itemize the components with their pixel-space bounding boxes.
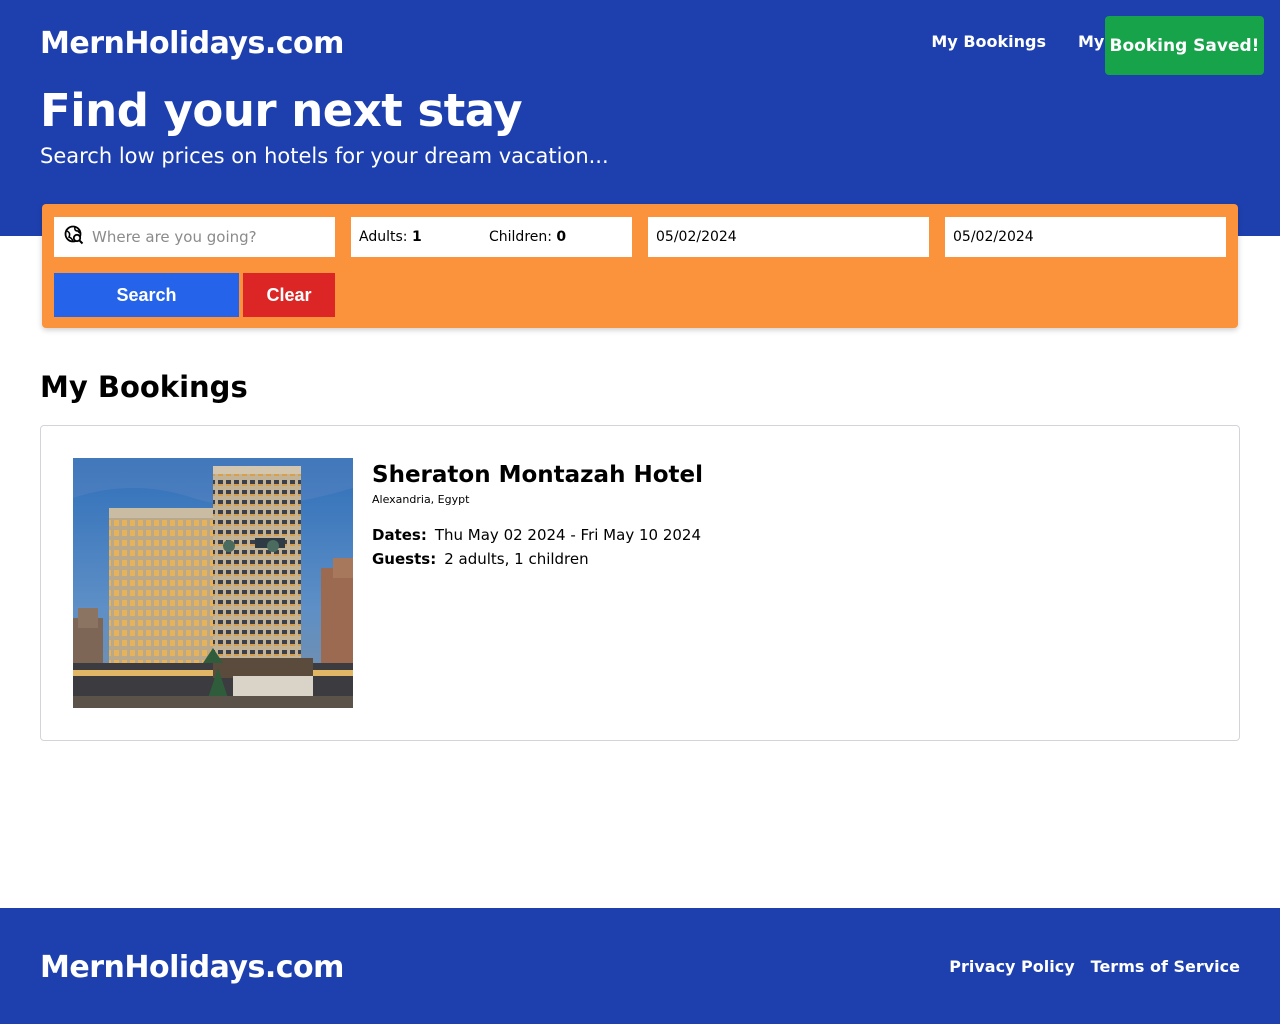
check-out-date-input[interactable]: 05/02/2024 bbox=[945, 217, 1226, 257]
guests-label: Guests: bbox=[372, 550, 437, 568]
booking-dates: Dates: Thu May 02 2024 - Fri May 10 2024 bbox=[372, 526, 701, 544]
site-logo[interactable]: MernHolidays.com bbox=[40, 26, 344, 61]
header: MernHolidays.com My Bookings My Hotels B… bbox=[0, 0, 1280, 236]
adults-label: Adults: bbox=[359, 229, 408, 245]
search-button[interactable]: Search bbox=[54, 273, 239, 317]
privacy-policy-link[interactable]: Privacy Policy bbox=[949, 957, 1074, 976]
adults-value[interactable]: 1 bbox=[412, 229, 422, 245]
children-label: Children: bbox=[489, 229, 552, 245]
check-in-date-input[interactable]: 05/02/2024 bbox=[648, 217, 929, 257]
guests-field: Adults: 1 Children: 0 bbox=[351, 217, 632, 257]
search-bar: Adults: 1 Children: 0 05/02/2024 05/02/2… bbox=[42, 204, 1238, 328]
footer-links: Privacy Policy Terms of Service bbox=[949, 957, 1240, 976]
children-control[interactable]: Children: 0 bbox=[489, 229, 566, 245]
booking-guests: Guests: 2 adults, 1 children bbox=[372, 550, 589, 568]
booking-saved-toast: Booking Saved! bbox=[1105, 16, 1264, 75]
guests-value: 2 adults, 1 children bbox=[444, 550, 589, 568]
dates-value: Thu May 02 2024 - Fri May 10 2024 bbox=[434, 526, 701, 544]
main-nav: My Bookings My Hotels bbox=[931, 32, 1128, 51]
footer-logo: MernHolidays.com bbox=[40, 950, 344, 985]
booking-card: Sheraton Montazah Hotel Alexandria, Egyp… bbox=[40, 425, 1240, 741]
terms-of-service-link[interactable]: Terms of Service bbox=[1091, 957, 1240, 976]
globe-search-icon bbox=[64, 225, 84, 249]
children-value[interactable]: 0 bbox=[556, 229, 566, 245]
clear-button[interactable]: Clear bbox=[243, 273, 335, 317]
nav-my-bookings[interactable]: My Bookings bbox=[931, 32, 1046, 51]
destination-field[interactable] bbox=[54, 217, 335, 257]
hotel-name: Sheraton Montazah Hotel bbox=[372, 462, 703, 488]
hero-title: Find your next stay bbox=[40, 84, 523, 137]
hotel-location: Alexandria, Egypt bbox=[372, 493, 470, 506]
my-bookings-heading: My Bookings bbox=[40, 370, 248, 404]
dates-label: Dates: bbox=[372, 526, 427, 544]
footer: MernHolidays.com Privacy Policy Terms of… bbox=[0, 908, 1280, 1024]
destination-input[interactable] bbox=[92, 228, 322, 246]
hero-subtitle: Search low prices on hotels for your dre… bbox=[40, 144, 609, 168]
adults-control[interactable]: Adults: 1 bbox=[359, 229, 489, 245]
hotel-image bbox=[73, 458, 353, 708]
